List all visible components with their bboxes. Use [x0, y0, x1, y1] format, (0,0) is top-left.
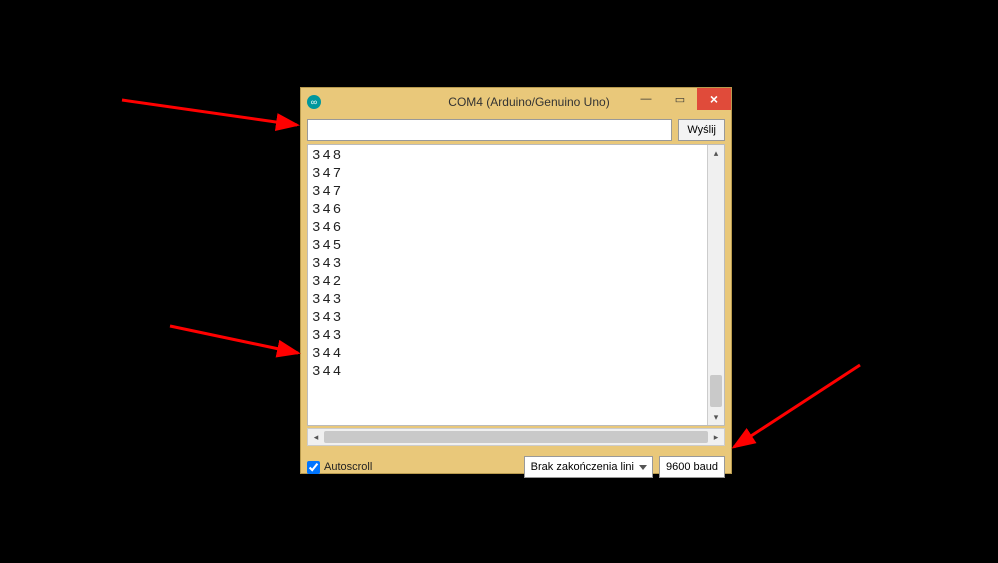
hscroll-thumb[interactable] [324, 431, 708, 443]
scroll-up-icon[interactable]: ▴ [708, 145, 724, 161]
autoscroll-input[interactable] [307, 461, 320, 474]
scroll-right-icon[interactable]: ▸ [708, 429, 724, 445]
minimize-icon: — [641, 93, 652, 105]
annotation-arrow-1 [122, 100, 312, 143]
horizontal-scrollbar[interactable]: ◂ ▸ [307, 428, 725, 446]
line-ending-select[interactable]: Brak zakończenia lini [524, 456, 653, 478]
scroll-left-icon[interactable]: ◂ [308, 429, 324, 445]
annotation-arrow-2 [170, 326, 310, 369]
autoscroll-checkbox[interactable]: Autoscroll [307, 461, 372, 474]
serial-input[interactable] [307, 119, 672, 141]
output-area: 348 347 347 346 346 345 343 342 343 343 … [307, 144, 725, 426]
baud-rate-value: 9600 baud [666, 461, 718, 473]
baud-rate-select[interactable]: 9600 baud [659, 456, 725, 478]
serial-output-text: 348 347 347 346 346 345 343 342 343 343 … [308, 145, 724, 383]
send-button[interactable]: Wyślij [678, 119, 725, 141]
autoscroll-label: Autoscroll [324, 461, 372, 473]
vertical-scrollbar[interactable]: ▴ ▾ [707, 145, 724, 425]
footer-bar: Autoscroll Brak zakończenia lini 9600 ba… [301, 450, 731, 484]
serial-monitor-window: COM4 (Arduino/Genuino Uno) — ▭ × Wyślij … [300, 87, 732, 474]
line-ending-value: Brak zakończenia lini [531, 461, 634, 473]
send-row: Wyślij [301, 116, 731, 144]
arduino-icon [307, 95, 321, 109]
annotation-arrow-3 [730, 365, 870, 468]
scroll-down-icon[interactable]: ▾ [708, 409, 724, 425]
scroll-thumb[interactable] [710, 375, 722, 407]
maximize-icon: ▭ [675, 93, 685, 106]
close-icon: × [710, 91, 718, 107]
window-controls: — ▭ × [629, 88, 731, 110]
titlebar[interactable]: COM4 (Arduino/Genuino Uno) — ▭ × [301, 88, 731, 116]
minimize-button[interactable]: — [629, 88, 663, 110]
maximize-button[interactable]: ▭ [663, 88, 697, 110]
close-button[interactable]: × [697, 88, 731, 110]
